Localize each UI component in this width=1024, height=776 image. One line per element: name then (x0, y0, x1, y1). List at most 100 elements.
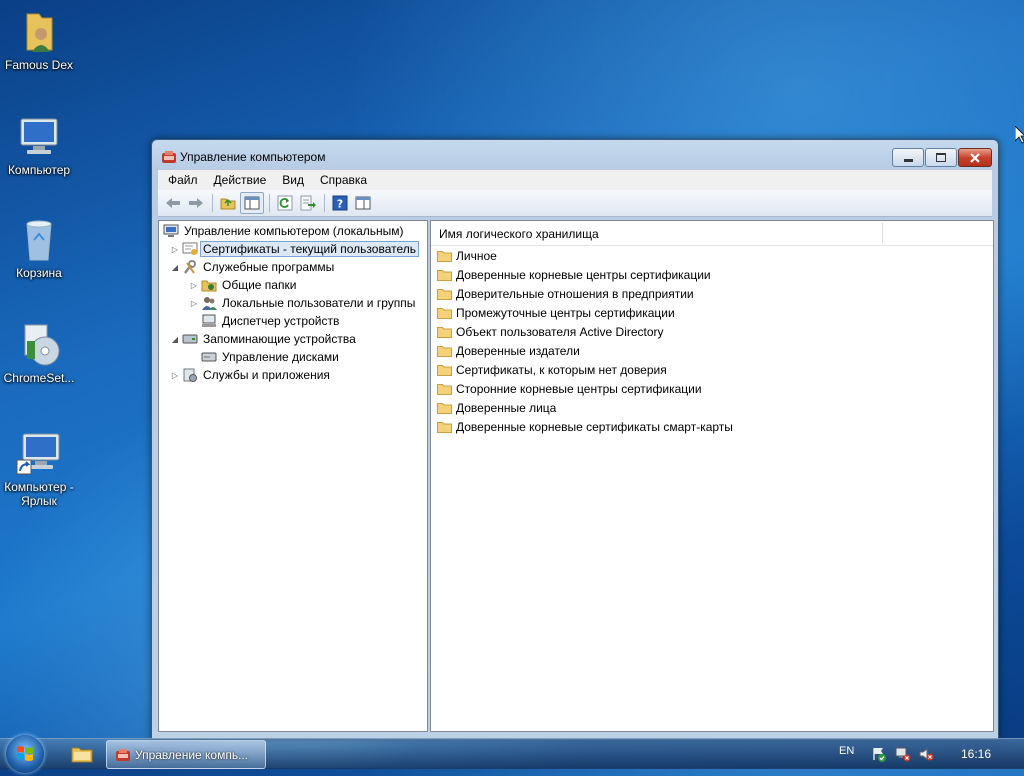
services-applications-icon (182, 367, 198, 383)
windows-logo-icon (17, 746, 33, 761)
export-list-button[interactable] (297, 193, 319, 213)
svg-text:?: ? (337, 198, 343, 211)
folder-up-icon (220, 198, 236, 210)
tree-item-label: Локальные пользователи и группы (222, 296, 416, 310)
taskbar-task-computer-management[interactable]: Управление компь... (106, 740, 266, 769)
store-list-item[interactable]: Объект пользователя Active Directory (437, 323, 664, 341)
toolbar: ? (158, 190, 992, 217)
console-tree-icon (244, 196, 260, 210)
desktop-icon-label: ChromeSet... (3, 371, 75, 385)
menu-action[interactable]: Действие (204, 173, 273, 187)
taskbar: Управление компь... EN 16:16 (0, 735, 1024, 773)
shared-folders-icon (201, 277, 217, 293)
window-titlebar[interactable]: Управление компьютером (152, 140, 998, 170)
taskbar-explorer-button[interactable] (62, 742, 102, 766)
folder-icon (437, 345, 452, 357)
up-level-button[interactable] (217, 193, 239, 213)
store-list-item-label: Сторонние корневые центры сертификации (456, 382, 702, 396)
folder-icon (437, 307, 452, 319)
toolbar-separator (324, 194, 325, 212)
tree-item-certificates-current-user[interactable]: ▷ Сертификаты - текущий пользователь (170, 240, 420, 258)
tree-item-local-users-groups[interactable]: ▷ Локальные пользователи и группы (189, 294, 415, 312)
refresh-button[interactable] (274, 193, 296, 213)
tree-item-label: Общие папки (222, 278, 297, 292)
computer-management-icon (163, 223, 179, 239)
help-button[interactable]: ? (329, 193, 351, 213)
restore-icon (936, 153, 946, 162)
store-list-item-label: Доверенные корневые сертификаты смарт-ка… (456, 420, 733, 434)
column-header-store-name[interactable]: Имя логического хранилища (439, 227, 599, 241)
expand-arrow-icon[interactable]: ▷ (170, 370, 180, 380)
store-list-item[interactable]: Личное (437, 247, 497, 265)
tree-item-shared-folders[interactable]: ▷ Общие папки (189, 276, 297, 294)
desktop-icon-computer[interactable]: Компьютер (0, 113, 78, 177)
store-list-item-label: Доверенные издатели (456, 344, 580, 358)
store-list-item[interactable]: Доверенные издатели (437, 342, 580, 360)
language-indicator[interactable]: EN (839, 745, 854, 757)
collapse-arrow-icon[interactable]: ◢ (170, 334, 180, 344)
back-arrow-icon (166, 198, 180, 208)
certificates-icon (182, 241, 198, 257)
toolbar-separator (269, 194, 270, 212)
store-list-item-label: Доверенные корневые центры сертификации (456, 268, 711, 282)
properties-icon (355, 196, 371, 210)
desktop-icon-label: Компьютер (7, 163, 71, 177)
action-center-icon[interactable] (871, 746, 887, 762)
tree-item-label: Управление компьютером (локальным) (184, 224, 404, 238)
desktop-icon-computer-shortcut[interactable]: Компьютер - Ярлык (0, 430, 78, 508)
users-group-icon (201, 295, 217, 311)
store-list-item-label: Объект пользователя Active Directory (456, 325, 664, 339)
tree-item-disk-management[interactable]: Управление дисками (201, 348, 339, 366)
tree-item-storage[interactable]: ◢ Запоминающие устройства (170, 330, 356, 348)
expand-arrow-icon[interactable]: ▷ (189, 280, 199, 290)
forward-arrow-icon (189, 198, 203, 208)
collapse-arrow-icon[interactable]: ◢ (170, 262, 180, 272)
tree-item-system-tools[interactable]: ◢ Служебные программы (170, 258, 334, 276)
folder-icon (437, 250, 452, 262)
tree-item-label: Управление дисками (222, 350, 339, 364)
network-icon[interactable] (895, 746, 911, 762)
tree-item-services-applications[interactable]: ▷ Службы и приложения (170, 366, 330, 384)
menu-file[interactable]: Файл (158, 173, 204, 187)
tree-item-root[interactable]: Управление компьютером (локальным) (163, 222, 404, 240)
close-button[interactable] (958, 148, 992, 167)
close-icon (970, 152, 980, 163)
store-list-item[interactable]: Сертификаты, к которым нет доверия (437, 361, 667, 379)
toolbar-separator (212, 194, 213, 212)
computer-management-window: Управление компьютером Файл Действие Вид… (151, 139, 999, 740)
properties-button[interactable] (352, 193, 374, 213)
desktop-icon-famous-dex[interactable]: Famous Dex (0, 8, 78, 72)
forward-button[interactable] (185, 193, 207, 213)
store-list-item[interactable]: Доверенные лица (437, 399, 556, 417)
store-list-item[interactable]: Доверенные корневые центры сертификации (437, 266, 711, 284)
desktop-icon-recycle-bin[interactable]: Корзина (0, 216, 78, 280)
expand-arrow-icon[interactable]: ▷ (189, 298, 199, 308)
console-tree-pane: Управление компьютером (локальным) ▷ Сер… (158, 220, 428, 732)
maximize-button[interactable] (925, 148, 957, 167)
store-list-item-label: Личное (456, 249, 497, 263)
show-hide-console-tree-button[interactable] (240, 192, 264, 214)
menu-view[interactable]: Вид (272, 173, 310, 187)
minimize-button[interactable] (892, 148, 924, 167)
store-list-item-label: Сертификаты, к которым нет доверия (456, 363, 667, 377)
store-list-item[interactable]: Доверенные корневые сертификаты смарт-ка… (437, 418, 733, 436)
tree-item-label: Диспетчер устройств (222, 314, 340, 328)
store-list-item[interactable]: Доверительные отношения в предприятии (437, 285, 694, 303)
volume-muted-icon[interactable] (918, 746, 934, 762)
tree-item-label: Служебные программы (203, 260, 335, 274)
refresh-icon (277, 195, 293, 211)
computer-shortcut-icon (15, 430, 63, 478)
menu-help[interactable]: Справка (310, 173, 373, 187)
disk-management-icon (201, 349, 217, 365)
column-divider[interactable] (882, 223, 883, 243)
expand-arrow-icon[interactable]: ▷ (170, 244, 180, 254)
start-button[interactable] (6, 735, 44, 773)
store-list-item[interactable]: Сторонние корневые центры сертификации (437, 380, 702, 398)
store-list-item[interactable]: Промежуточные центры сертификации (437, 304, 675, 322)
clock[interactable]: 16:16 (961, 747, 991, 761)
back-button[interactable] (162, 193, 184, 213)
computer-management-icon (115, 748, 131, 762)
tree-item-device-manager[interactable]: Диспетчер устройств (201, 312, 339, 330)
folder-icon (71, 747, 93, 763)
desktop-icon-chromeset[interactable]: ChromeSet... (0, 321, 78, 385)
